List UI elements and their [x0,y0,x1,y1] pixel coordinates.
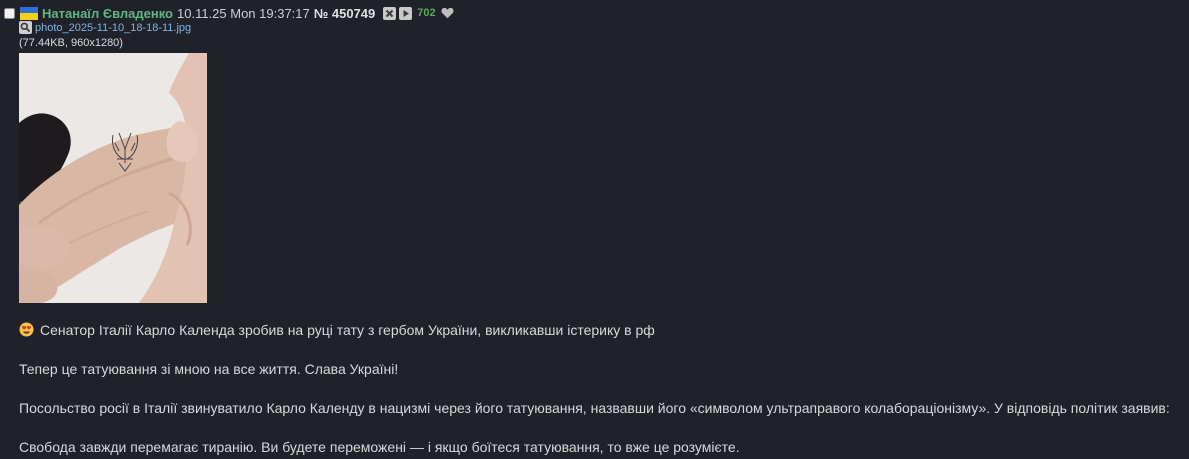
ukraine-flag-icon [20,6,38,20]
post-header: Натанаїл Євладенко 10.11.25 Mon 19:37:17… [4,5,454,21]
post-body: Сенатор Італії Карло Календа зробив на р… [19,322,1179,459]
select-post-checkbox[interactable] [4,7,15,19]
view-count: 702 [417,7,436,19]
post-paragraph: Тепер це татуювання зі мною на все життя… [19,361,399,377]
file-meta: (77.44KB, 960x1280) [19,37,123,49]
file-info: photo_2025-11-10_18-18-11.jpg [19,21,191,34]
close-icon[interactable] [383,6,397,20]
heart-icon[interactable] [441,7,454,19]
post-paragraph: Посольство росії в Італії звинуватило Ка… [19,400,1170,416]
heart-eyes-emoji-icon [19,322,34,337]
post-text: Сенатор Італії Карло Календа зробив на р… [40,322,655,338]
post-date: 10.11.25 Mon 19:37:17 [177,5,310,21]
post-paragraph: Свобода завжди перемагає тиранію. Ви буд… [19,439,740,455]
post-number[interactable]: № 450749 [314,6,375,21]
poster-name[interactable]: Натанаїл Євладенко [42,6,173,21]
post-paragraph: Сенатор Італії Карло Календа зробив на р… [19,322,1179,338]
file-name-link[interactable]: photo_2025-11-10_18-18-11.jpg [35,22,191,34]
post: Натанаїл Євладенко 10.11.25 Mon 19:37:17… [0,0,1189,459]
attached-photo[interactable] [19,53,207,303]
magnifier-icon[interactable] [19,21,32,34]
play-icon[interactable] [399,6,413,20]
